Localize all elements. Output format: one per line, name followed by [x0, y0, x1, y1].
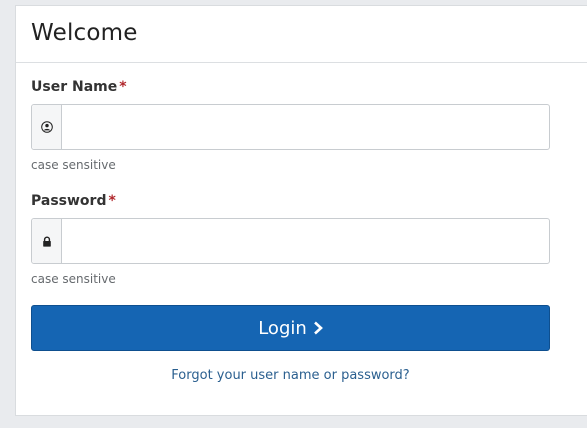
username-input-group	[31, 104, 550, 150]
password-label: Password *	[31, 193, 116, 209]
required-marker: *	[119, 79, 127, 95]
password-input[interactable]	[62, 219, 549, 263]
user-icon	[32, 105, 62, 149]
panel-header: Welcome	[16, 6, 587, 63]
page-title: Welcome	[31, 20, 138, 46]
login-button[interactable]: Login	[31, 305, 550, 351]
forgot-credentials-link[interactable]: Forgot your user name or password?	[31, 368, 550, 383]
username-input[interactable]	[62, 105, 549, 149]
login-panel: Welcome User Name * case sensitive Passwo…	[15, 5, 587, 416]
required-marker: *	[108, 193, 116, 209]
username-hint: case sensitive	[31, 158, 116, 172]
lock-icon	[32, 219, 62, 263]
password-input-group	[31, 218, 550, 264]
password-hint: case sensitive	[31, 272, 116, 286]
username-label-text: User Name	[31, 79, 118, 95]
username-label: User Name *	[31, 79, 127, 95]
password-label-text: Password	[31, 193, 107, 209]
login-button-label: Login	[258, 317, 307, 339]
chevron-right-icon	[313, 321, 323, 335]
